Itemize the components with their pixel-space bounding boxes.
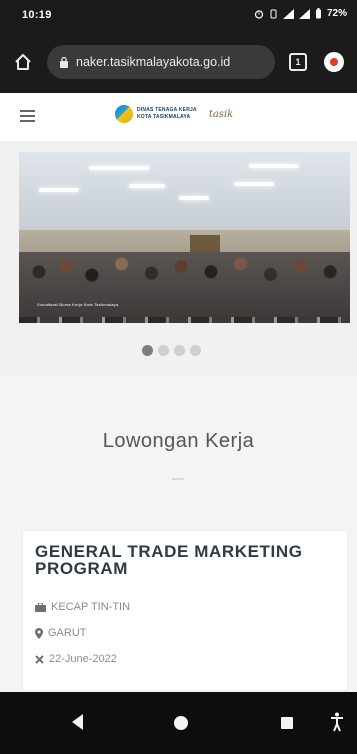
back-triangle-icon[interactable] [71, 713, 85, 731]
home-circle-icon[interactable] [174, 716, 188, 730]
calendar-icon [35, 654, 44, 664]
logo-line2: KOTA TASIKMALAYA [137, 114, 191, 120]
battery-percent: 72% [326, 8, 347, 19]
status-time: 10:19 [22, 9, 52, 21]
vibrate-icon [270, 9, 277, 18]
slide-ceiling [19, 152, 350, 232]
status-icons: 72% [254, 8, 347, 19]
status-bar: 10:19 72% [0, 0, 357, 31]
alarm-icon [254, 9, 264, 19]
accessibility-icon[interactable] [331, 712, 343, 732]
posted-date: 22-June-2022 [49, 653, 117, 665]
section-title: Lowongan Kerja [102, 430, 255, 452]
logo-script: tasik [208, 108, 234, 120]
title-divider [172, 478, 184, 480]
home-icon[interactable] [12, 51, 34, 73]
site-logo[interactable]: DINAS TENAGA KERJA KOTA TASIKMALAYA tasi… [115, 105, 233, 123]
signal-icon-2 [298, 8, 310, 19]
tabs-button[interactable]: 1 [289, 53, 307, 71]
slide-preview-strip [19, 317, 350, 323]
slider-dot-1[interactable] [142, 345, 153, 356]
slider-dot-3[interactable] [174, 345, 185, 356]
slider-dot-2[interactable] [158, 345, 169, 356]
recent-square-icon[interactable] [281, 717, 293, 729]
slider-dots [142, 345, 201, 356]
slide-caption: Sosialisasi Bursa Kerja Kota Tasikmalaya [37, 302, 119, 307]
logo-line1: DINAS TENAGA KERJA [137, 107, 197, 113]
job-company: KECAP TIN-TIN [35, 601, 130, 613]
hero-slider: Sosialisasi Bursa Kerja Kota Tasikmalaya [0, 141, 357, 377]
signal-icon [282, 8, 294, 19]
browser-toolbar: naker.tasikmalayakota.go.id 1 [0, 31, 357, 93]
company-name: KECAP TIN-TIN [51, 601, 131, 613]
site-header: DINAS TENAGA KERJA KOTA TASIKMALAYA tasi… [0, 93, 357, 141]
job-location: GARUT [35, 627, 87, 639]
hamburger-icon[interactable] [20, 110, 35, 122]
location-name: GARUT [48, 627, 87, 639]
address-bar[interactable]: naker.tasikmalayakota.go.id [47, 45, 275, 79]
logo-text: DINAS TENAGA KERJA KOTA TASIKMALAYA [137, 107, 197, 121]
slide-crowd [19, 252, 350, 318]
system-nav-bar [0, 692, 357, 754]
update-indicator [330, 58, 338, 66]
slide-image[interactable]: Sosialisasi Bursa Kerja Kota Tasikmalaya [19, 152, 350, 318]
job-date: 22-June-2022 [35, 653, 117, 665]
logo-emblem [115, 105, 133, 123]
lock-icon [60, 56, 68, 68]
slider-dot-4[interactable] [190, 345, 201, 356]
briefcase-icon [35, 602, 46, 612]
job-section: Lowongan Kerja GENERAL TRADE MARKETING P… [0, 377, 357, 692]
battery-icon [315, 8, 321, 19]
job-title[interactable]: GENERAL TRADE MARKETING PROGRAM [35, 543, 325, 577]
url-text: naker.tasikmalayakota.go.id [76, 55, 231, 69]
map-pin-icon [35, 627, 43, 639]
menu-icon[interactable] [324, 52, 344, 72]
tab-count: 1 [295, 57, 301, 67]
job-card[interactable]: GENERAL TRADE MARKETING PROGRAM KECAP TI… [22, 530, 348, 691]
